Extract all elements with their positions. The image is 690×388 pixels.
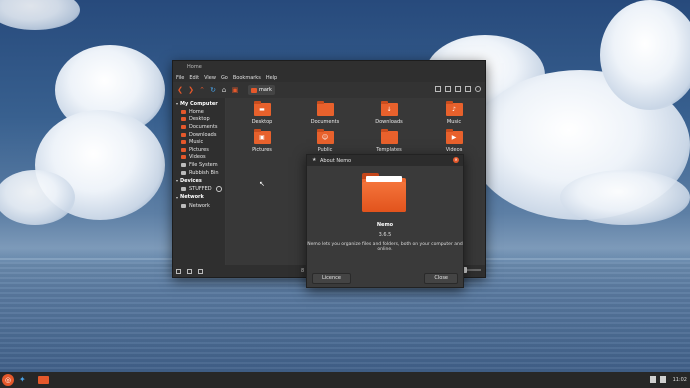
- expand-icon: ▾: [176, 101, 179, 106]
- reload-icon[interactable]: ↻: [209, 86, 217, 94]
- file-item-downloads[interactable]: ↓ Downloads: [367, 101, 411, 125]
- show-treeview-icon[interactable]: [187, 268, 192, 274]
- file-item-music[interactable]: ♪ Music: [432, 101, 476, 125]
- forward-icon[interactable]: ❯: [187, 86, 195, 94]
- mouse-cursor-icon: ↖: [259, 180, 265, 188]
- search-icon[interactable]: [475, 86, 481, 92]
- file-item-documents[interactable]: Documents: [303, 101, 347, 125]
- breadcrumb[interactable]: mark: [248, 85, 275, 95]
- show-places-icon[interactable]: [176, 268, 181, 274]
- menu-bar: File Edit View Go Bookmarks Help: [173, 73, 485, 82]
- pictures-folder-icon: ▣: [253, 129, 271, 144]
- home-icon[interactable]: ⌂: [220, 86, 228, 94]
- menu-view[interactable]: View: [204, 75, 216, 81]
- network-tray-icon[interactable]: [650, 376, 656, 383]
- trash-icon: [181, 170, 186, 175]
- network-icon: [181, 203, 186, 208]
- menu-go[interactable]: Go: [221, 75, 228, 81]
- expand-icon: ▾: [176, 194, 179, 200]
- toolbar: ❮ ❯ ⌃ ↻ ⌂ ▣ mark: [173, 82, 485, 98]
- public-folder-icon: ☺: [316, 129, 334, 144]
- home-folder-icon: [251, 87, 257, 93]
- home-icon: [181, 109, 186, 114]
- launcher-icon[interactable]: ✦: [19, 375, 29, 385]
- app-name: Nemo: [376, 222, 394, 228]
- file-item-pictures[interactable]: ▣ Pictures: [240, 129, 284, 153]
- file-item-templates[interactable]: Templates: [367, 129, 411, 153]
- system-tray: [650, 376, 666, 383]
- folder-icon: [181, 147, 186, 152]
- sidebar-item-pictures[interactable]: Pictures: [173, 146, 225, 154]
- folder-icon: [316, 101, 334, 116]
- files-launcher-icon[interactable]: [38, 376, 49, 384]
- zoom-slider[interactable]: [463, 267, 481, 273]
- breadcrumb-location: mark: [259, 87, 272, 93]
- folder-icon: ▬: [253, 101, 271, 116]
- expand-icon: ▾: [176, 178, 179, 184]
- sidebar-item-downloads[interactable]: Downloads: [173, 131, 225, 139]
- file-item-desktop[interactable]: ▬ Desktop: [240, 101, 284, 125]
- list-view-icon[interactable]: [455, 86, 461, 92]
- folder-icon: [380, 129, 398, 144]
- drive-icon: [181, 187, 186, 192]
- dialog-titlebar[interactable]: ★ About Nemo ✕: [307, 155, 463, 166]
- sidebar-item-network[interactable]: Network: [173, 202, 225, 210]
- about-dialog: ★ About Nemo ✕ Nemo 3.6.5 Nemo lets you …: [306, 154, 464, 288]
- sidebar: ▾ My Computer Home Desktop Documents Dow…: [173, 98, 225, 265]
- taskbar: ◎ ✦ 11:02: [0, 372, 690, 388]
- sidebar-section-devices[interactable]: ▾ Devices: [173, 176, 225, 185]
- status-text: 8: [301, 268, 305, 274]
- compact-view-icon[interactable]: [465, 86, 471, 92]
- up-icon[interactable]: ⌃: [198, 86, 206, 94]
- sidebar-item-music[interactable]: Music: [173, 138, 225, 146]
- folder-icon: [181, 117, 186, 122]
- file-item-videos[interactable]: ▶ Videos: [432, 129, 476, 153]
- sidebar-section-network[interactable]: ▾ Network: [173, 193, 225, 202]
- toggle-location-icon[interactable]: [435, 86, 441, 92]
- nemo-logo-icon: [362, 173, 406, 212]
- menu-edit[interactable]: Edit: [189, 75, 199, 81]
- drive-icon: [181, 162, 186, 167]
- volume-tray-icon[interactable]: [660, 376, 666, 383]
- videos-folder-icon: ▶: [445, 129, 463, 144]
- app-version: 3.6.5: [378, 232, 392, 238]
- folder-icon: [181, 132, 186, 137]
- folder-icon: [181, 140, 186, 145]
- sidebar-section-my-computer[interactable]: ▾ My Computer: [173, 99, 225, 108]
- window-titlebar[interactable]: Home: [173, 61, 485, 73]
- sidebar-item-desktop[interactable]: Desktop: [173, 116, 225, 124]
- download-folder-icon: ↓: [380, 101, 398, 116]
- sidebar-item-rubbish-bin[interactable]: Rubbish Bin: [173, 169, 225, 177]
- licence-button[interactable]: Licence: [312, 273, 351, 284]
- window-title: Home: [187, 64, 202, 70]
- sidebar-item-stuffed[interactable]: STUFFED: [173, 185, 225, 193]
- sidebar-item-home[interactable]: Home: [173, 108, 225, 116]
- menu-file[interactable]: File: [176, 75, 184, 81]
- folder-icon: [181, 124, 186, 129]
- sidebar-item-file-system[interactable]: File System: [173, 161, 225, 169]
- dialog-title: About Nemo: [320, 158, 352, 164]
- music-folder-icon: ♪: [445, 101, 463, 116]
- eject-icon[interactable]: [216, 186, 222, 193]
- menu-icon[interactable]: ◎: [2, 374, 14, 386]
- app-description: Nemo lets you organize files and folders…: [307, 242, 463, 252]
- menu-help[interactable]: Help: [266, 75, 277, 81]
- icon-view-icon[interactable]: [445, 86, 451, 92]
- sidebar-item-documents[interactable]: Documents: [173, 123, 225, 131]
- close-icon[interactable]: ✕: [453, 157, 459, 163]
- folder-icon: [181, 155, 186, 160]
- close-button[interactable]: Close: [424, 273, 458, 284]
- back-icon[interactable]: ❮: [176, 86, 184, 94]
- hide-sidebar-icon[interactable]: [198, 268, 203, 274]
- window-menu-icon[interactable]: ★: [312, 157, 316, 163]
- sidebar-item-videos[interactable]: Videos: [173, 154, 225, 162]
- clock[interactable]: 11:02: [673, 377, 687, 383]
- menu-bookmarks[interactable]: Bookmarks: [233, 75, 261, 81]
- file-item-public[interactable]: ☺ Public: [303, 129, 347, 153]
- computer-icon[interactable]: ▣: [231, 86, 239, 94]
